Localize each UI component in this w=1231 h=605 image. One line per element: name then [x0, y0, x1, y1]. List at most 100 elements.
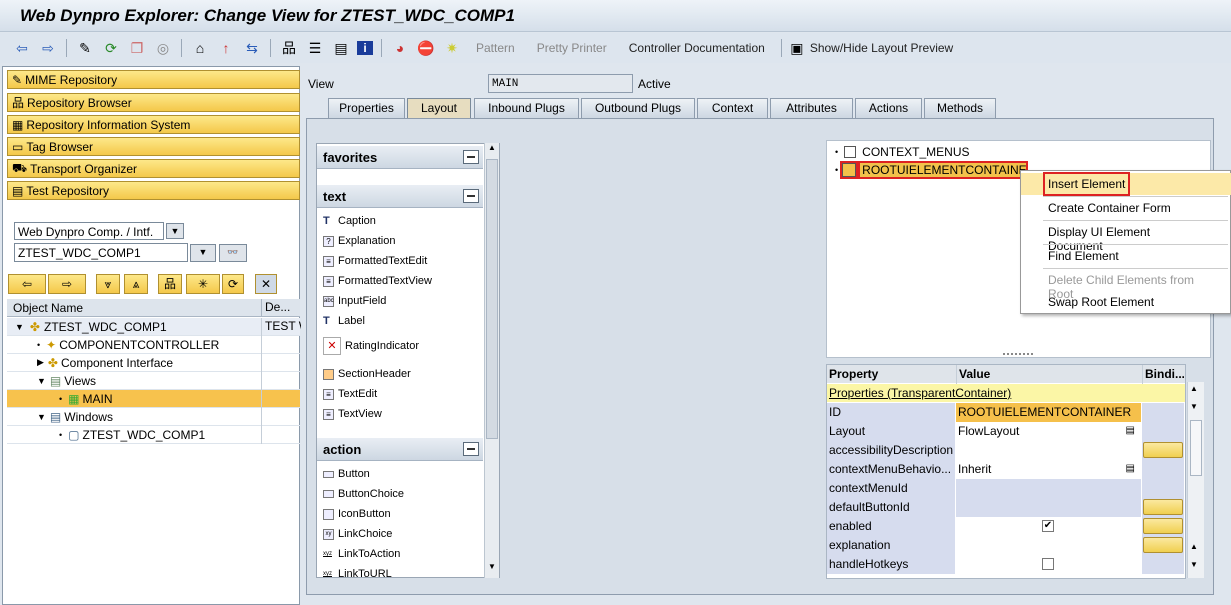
menu-item-create-container-form[interactable]: Create Container Form [1021, 197, 1231, 219]
palette-item-button[interactable]: Button [323, 468, 370, 480]
value-help-icon[interactable]: ▤ [1126, 422, 1135, 440]
where-used-icon[interactable]: ◎ [153, 40, 173, 57]
scroll-up-icon[interactable]: ▲ [1190, 542, 1198, 551]
tab-layout[interactable]: Layout [407, 98, 471, 118]
palette-item-linktoaction[interactable]: xyz LinkToAction [323, 548, 400, 560]
mime-repository-button[interactable]: ✎ MIME Repository [7, 70, 300, 89]
property-row[interactable]: handleHotkeys [827, 555, 1185, 574]
minimize-icon[interactable] [463, 189, 479, 203]
property-row[interactable]: Layout FlowLayout ▤ [827, 422, 1185, 441]
pattern-button[interactable]: Pattern [476, 41, 515, 55]
dropdown-button[interactable]: ▼ [190, 244, 216, 262]
palette-item-linkchoice[interactable]: xy LinkChoice [323, 528, 392, 540]
minimize-icon[interactable] [463, 442, 479, 456]
menu-item-swap-root-element[interactable]: Swap Root Element [1021, 291, 1231, 313]
column-description[interactable]: De... [261, 299, 301, 317]
menu-item-insert-element[interactable]: Insert Element [1021, 172, 1231, 196]
expand-all-button[interactable]: ⩔ [96, 274, 120, 294]
tab-methods[interactable]: Methods [924, 98, 996, 118]
back-icon[interactable]: ⇦ [12, 40, 32, 57]
palette-item-iconbutton[interactable]: IconButton [323, 508, 391, 520]
breakpoint-icon[interactable]: ◕ [390, 40, 410, 56]
tab-outbound-plugs[interactable]: Outbound Plugs [581, 98, 695, 118]
tab-actions[interactable]: Actions [855, 98, 922, 118]
tree-row[interactable]: ▼ ▤ Views [7, 372, 300, 390]
stack-icon[interactable]: ☰ [305, 40, 325, 57]
transport-organizer-button[interactable]: ⛟ Transport Organizer [7, 159, 300, 178]
list-icon[interactable]: ▤ [331, 40, 351, 57]
scroll-up-icon[interactable]: ▲ [486, 143, 498, 157]
scroll-down-icon[interactable]: ▼ [1190, 560, 1198, 569]
tab-context[interactable]: Context [697, 98, 768, 118]
collapse-all-button[interactable]: ⩓ [124, 274, 148, 294]
show-hide-layout-preview-button[interactable]: Show/Hide Layout Preview [810, 41, 953, 55]
wizard-icon[interactable]: ✷ [442, 40, 462, 57]
property-row[interactable]: contextMenuId [827, 479, 1185, 498]
tree-node-root-container[interactable]: • ROOTUIELEMENTCONTAINER [835, 161, 1029, 179]
menu-item-display-ui-element-document[interactable]: Display UI Element Document [1021, 221, 1231, 253]
hierarchy-button[interactable]: 品 [158, 274, 182, 294]
binding-button[interactable] [1143, 499, 1183, 515]
forward-button[interactable]: ⇨ [48, 274, 86, 294]
tree-row[interactable]: • ▢ ZTEST_WDC_COMP1 [7, 426, 300, 444]
property-value[interactable]: FlowLayout ▤ [956, 422, 1141, 441]
property-row[interactable]: explanation [827, 536, 1185, 555]
enabled-checkbox[interactable]: ✔ [1042, 520, 1054, 532]
expand-icon[interactable]: ▶ [37, 357, 44, 368]
tree-row-selected[interactable]: • ▦ MAIN [7, 390, 300, 408]
palette-item-inputfield[interactable]: abc InputField [323, 295, 386, 307]
palette-item-formattedtextview[interactable]: ≡ FormattedTextView [323, 275, 432, 287]
repository-information-system-button[interactable]: ▦ Repository Information System [7, 115, 300, 134]
binding-button[interactable] [1143, 442, 1183, 458]
tree-node-context-menus[interactable]: • CONTEXT_MENUS [835, 145, 970, 159]
property-row[interactable]: defaultButtonId [827, 498, 1185, 517]
repository-browser-button[interactable]: 品 Repository Browser [7, 93, 300, 112]
palette-item-sectionheader[interactable]: SectionHeader [323, 368, 411, 380]
tree-row[interactable]: ▼ ✤ZTEST_WDC_COMP1 TEST W [7, 318, 301, 336]
column-object-name[interactable]: Object Name [13, 301, 83, 315]
handle-hotkeys-checkbox[interactable] [1042, 558, 1054, 570]
tree-row[interactable]: ▼ ▤ Windows [7, 408, 300, 426]
properties-section-link[interactable]: Properties (TransparentContainer) [827, 384, 1185, 403]
palette-item-caption[interactable]: T Caption [323, 215, 376, 227]
palette-item-ratingindicator[interactable]: ✕ RatingIndicator [323, 337, 419, 355]
stop-icon[interactable]: ⛔ [416, 40, 436, 57]
palette-item-textedit[interactable]: ≡ TextEdit [323, 388, 377, 400]
back-button[interactable]: ⇦ [8, 274, 46, 294]
property-value[interactable] [956, 536, 1141, 555]
tab-attributes[interactable]: Attributes [770, 98, 853, 118]
expand-icon[interactable]: ▼ [15, 322, 24, 332]
binding-button[interactable] [1143, 537, 1183, 553]
property-value[interactable]: Inherit ▤ [956, 460, 1141, 479]
palette-scrollbar[interactable]: ▲ ▼ [484, 143, 499, 578]
tree-icon[interactable]: 品 [279, 38, 299, 58]
property-row[interactable]: accessibilityDescription [827, 441, 1185, 460]
value-help-icon[interactable]: ▤ [1126, 460, 1135, 478]
tree-row[interactable]: • ✦ COMPONENTCONTROLLER [7, 336, 300, 354]
forward-icon[interactable]: ⇨ [38, 40, 58, 57]
palette-item-buttonchoice[interactable]: ButtonChoice [323, 488, 404, 500]
activate-icon[interactable]: ⟳ [101, 40, 121, 57]
chevron-down-icon[interactable]: ▼ [166, 223, 184, 239]
info-icon[interactable]: i [357, 41, 373, 55]
palette-item-textview[interactable]: ≡ TextView [323, 408, 382, 420]
tag-browser-button[interactable]: ▭ Tag Browser [7, 137, 300, 156]
property-row[interactable]: ID ROOTUIELEMENTCONTAINER [827, 403, 1185, 422]
copy-icon[interactable]: ❐ [127, 40, 147, 57]
splitter-handle[interactable] [1003, 353, 1033, 357]
tab-properties[interactable]: Properties [328, 98, 405, 118]
scroll-down-icon[interactable]: ▼ [1190, 402, 1198, 411]
pretty-printer-button[interactable]: Pretty Printer [537, 41, 607, 55]
menu-item-delete-child-elements[interactable]: Delete Child Elements from Root [1021, 269, 1231, 301]
tab-inbound-plugs[interactable]: Inbound Plugs [474, 98, 579, 118]
navigate-icon[interactable]: ⇆ [242, 40, 262, 57]
close-button[interactable]: ✕ [255, 274, 277, 294]
property-row[interactable]: enabled ✔ [827, 517, 1185, 536]
palette-item-label[interactable]: T Label [323, 315, 365, 327]
minimize-icon[interactable] [463, 150, 479, 164]
scrollbar-thumb[interactable] [486, 159, 498, 439]
hierarchy-icon[interactable]: ⌂ [190, 40, 210, 56]
expand-icon[interactable]: ▼ [37, 412, 46, 422]
controller-documentation-button[interactable]: Controller Documentation [629, 41, 765, 55]
palette-item-formattedtextedit[interactable]: ≡ FormattedTextEdit [323, 255, 427, 267]
